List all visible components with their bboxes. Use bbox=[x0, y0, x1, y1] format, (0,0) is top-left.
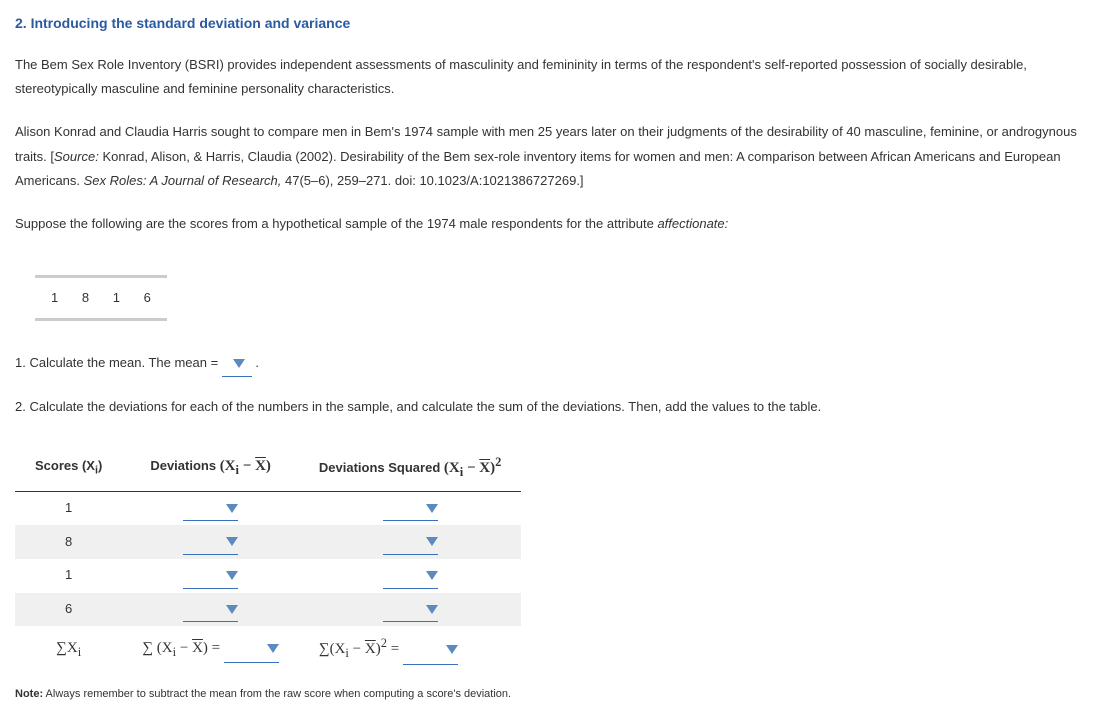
sum-deviations-sq-cell: ∑(Xi − X)2 = bbox=[299, 626, 521, 670]
intro-paragraph-3: Suppose the following are the scores fro… bbox=[15, 212, 1102, 237]
deviation-dropdown[interactable] bbox=[183, 597, 238, 623]
table-row: 6 bbox=[15, 593, 521, 627]
col-deviations-sq-header: Deviations Squared (Xi − X)2 bbox=[299, 445, 521, 491]
col-scores-header: Scores (Xi) bbox=[15, 445, 122, 491]
dropdown-triangle-icon bbox=[226, 571, 238, 580]
note: Note: Always remember to subtract the me… bbox=[15, 684, 1102, 705]
question-2: 2. Calculate the deviations for each of … bbox=[15, 395, 1102, 420]
col-deviations-header: Deviations (Xi − X) bbox=[122, 445, 299, 491]
sum-deviations-cell: ∑ (Xi − X) = bbox=[122, 626, 299, 670]
deviation-cell bbox=[122, 525, 299, 559]
dropdown-triangle-icon bbox=[233, 359, 245, 368]
dropdown-triangle-icon bbox=[426, 537, 438, 546]
table-row: 1 bbox=[15, 559, 521, 593]
section-heading: 2. Introducing the standard deviation an… bbox=[15, 10, 1102, 37]
source-label: Source: bbox=[54, 149, 99, 164]
score-value: 6 bbox=[134, 286, 161, 311]
deviation-sq-dropdown[interactable] bbox=[383, 496, 438, 522]
note-text: Always remember to subtract the mean fro… bbox=[43, 688, 511, 700]
sum-deviations-sq-dropdown[interactable] bbox=[403, 635, 458, 665]
dropdown-triangle-icon bbox=[426, 504, 438, 513]
score-cell: 8 bbox=[15, 525, 122, 559]
intro-paragraph-1: The Bem Sex Role Inventory (BSRI) provid… bbox=[15, 53, 1102, 102]
score-value: 1 bbox=[103, 286, 130, 311]
intro-paragraph-2: Alison Konrad and Claudia Harris sought … bbox=[15, 120, 1102, 194]
table-row: 8 bbox=[15, 525, 521, 559]
dropdown-triangle-icon bbox=[446, 645, 458, 654]
score-cell: 1 bbox=[15, 491, 122, 525]
para2-text-c: 47(5–6), 259–271. doi: 10.1023/A:1021386… bbox=[281, 173, 583, 188]
para3-text-a: Suppose the following are the scores fro… bbox=[15, 216, 657, 231]
dropdown-triangle-icon bbox=[426, 605, 438, 614]
dropdown-triangle-icon bbox=[226, 605, 238, 614]
deviation-dropdown[interactable] bbox=[183, 563, 238, 589]
deviation-cell bbox=[122, 559, 299, 593]
deviation-sq-cell bbox=[299, 559, 521, 593]
attribute-name: affectionate: bbox=[657, 216, 728, 231]
deviation-sq-cell bbox=[299, 525, 521, 559]
deviation-sq-cell bbox=[299, 491, 521, 525]
dropdown-triangle-icon bbox=[426, 571, 438, 580]
dropdown-triangle-icon bbox=[226, 504, 238, 513]
deviation-sq-cell bbox=[299, 593, 521, 627]
calculation-table-container: Scores (Xi) Deviations (Xi − X) Deviatio… bbox=[15, 445, 1102, 670]
question-1: 1. Calculate the mean. The mean = . bbox=[15, 351, 1102, 377]
dropdown-triangle-icon bbox=[226, 537, 238, 546]
deviation-cell bbox=[122, 593, 299, 627]
score-cell: 6 bbox=[15, 593, 122, 627]
deviation-sq-dropdown[interactable] bbox=[383, 563, 438, 589]
table-header-row: Scores (Xi) Deviations (Xi − X) Deviatio… bbox=[15, 445, 521, 491]
score-value: 8 bbox=[72, 286, 99, 311]
mean-dropdown[interactable] bbox=[222, 351, 252, 377]
sum-deviations-dropdown[interactable] bbox=[224, 634, 279, 664]
q1-text-a: 1. Calculate the mean. The mean = bbox=[15, 355, 222, 370]
score-cell: 1 bbox=[15, 559, 122, 593]
sum-row: ∑Xi ∑ (Xi − X) = ∑(Xi − X)2 = bbox=[15, 626, 521, 670]
table-row: 1 bbox=[15, 491, 521, 525]
journal-name: Sex Roles: A Journal of Research, bbox=[84, 173, 282, 188]
scores-display: 1 8 1 6 bbox=[35, 275, 167, 322]
deviation-dropdown[interactable] bbox=[183, 496, 238, 522]
note-label: Note: bbox=[15, 688, 43, 700]
q1-text-b: . bbox=[252, 355, 259, 370]
sum-scores-cell: ∑Xi bbox=[15, 626, 122, 670]
deviation-sq-dropdown[interactable] bbox=[383, 597, 438, 623]
calculation-table: Scores (Xi) Deviations (Xi − X) Deviatio… bbox=[15, 445, 521, 670]
dropdown-triangle-icon bbox=[267, 644, 279, 653]
score-value: 1 bbox=[41, 286, 68, 311]
deviation-cell bbox=[122, 491, 299, 525]
deviation-sq-dropdown[interactable] bbox=[383, 529, 438, 555]
deviation-dropdown[interactable] bbox=[183, 529, 238, 555]
